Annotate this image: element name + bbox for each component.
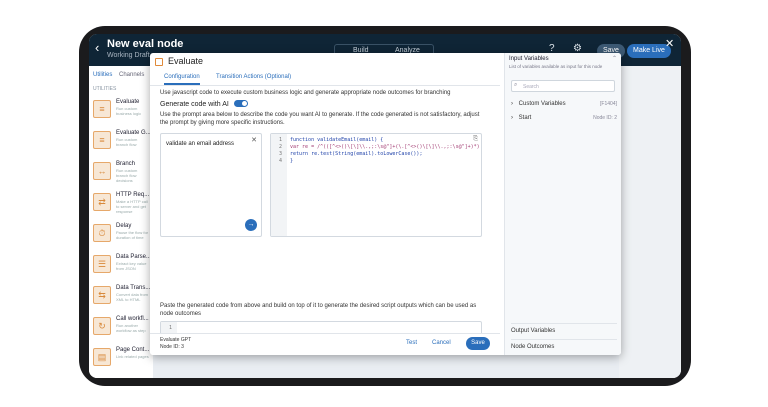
prompt-value: validate an email address <box>166 141 235 147</box>
line-number: 1 <box>169 325 173 331</box>
sidebar-item-desc: Run another workflow as step <box>116 323 146 333</box>
utility-icon: ☰ <box>93 255 111 273</box>
sidebar-item-desc: Make a HTTP call to server and get respo… <box>116 199 148 214</box>
modal-footer: Evaluate GPT Node ID: 3 Test Cancel Save <box>150 333 500 355</box>
modal-tabs: Configuration Transition Actions (Option… <box>150 72 500 86</box>
utility-icon: ↔ <box>93 162 111 180</box>
sidebar-item-desc: Pause the flow for duration of time <box>116 230 149 240</box>
submit-arrow-icon[interactable]: → <box>245 219 257 231</box>
variable-meta: [F1404] <box>600 101 617 107</box>
sidebar-item[interactable]: ↻ Call workfl... Run another workflow as s… <box>93 315 151 343</box>
sidebar-item-desc: Extract key value from JSON <box>116 261 147 271</box>
utility-icon: ⏱ <box>93 224 111 242</box>
sidebar-item-label: Page Cont... <box>116 347 150 353</box>
sidebar-item-desc: Link related pages <box>116 354 149 359</box>
utility-icon: ⇄ <box>93 193 111 211</box>
sidebar-item-label: HTTP Req... <box>116 192 150 198</box>
sidebar-item-desc: Run custom branch flow <box>116 137 138 147</box>
line-number: 4 <box>279 158 283 164</box>
save-button[interactable]: Save <box>466 337 490 350</box>
variable-label: Custom Variables <box>518 101 566 107</box>
modal-title: Evaluate <box>168 56 204 66</box>
variable-label: Start <box>518 115 532 121</box>
output-variables-section[interactable]: Output Variables <box>511 323 617 334</box>
paste-desc: Paste the generated code from above and … <box>160 303 477 317</box>
intro-text: Use javascript code to execute custom bu… <box>160 90 451 96</box>
canvas-side-strip <box>619 66 681 378</box>
utilities-sidebar: Utilities Channels UTILITIES ≡ Evaluate Ru… <box>89 66 153 378</box>
copy-icon[interactable]: ⎘ <box>473 136 478 143</box>
sidebar-item-desc: Run custom business logic <box>116 106 142 116</box>
line-number: 1 <box>279 137 283 143</box>
chevron-right-icon: › <box>511 101 513 107</box>
evaluate-node-icon <box>155 58 163 66</box>
line-number: 2 <box>279 144 283 150</box>
utility-icon: ▤ <box>93 348 111 366</box>
chevron-up-icon[interactable]: ⌃ <box>612 55 617 62</box>
sidebar-item-label: Evaluate G... <box>116 130 151 136</box>
node-name: Evaluate GPT <box>160 337 192 343</box>
tab-configuration[interactable]: Configuration <box>164 74 200 85</box>
tab-utilities[interactable]: Utilities <box>93 72 112 78</box>
code-line: } <box>290 158 294 164</box>
line-number: 3 <box>279 151 283 157</box>
generate-code-desc: Use the prompt area below to describe th… <box>160 112 480 126</box>
sidebar-item[interactable]: ⇆ Data Trans... Convert data from XML to H… <box>93 284 151 312</box>
sidebar-item-label: Data Trans... <box>116 285 151 291</box>
sidebar-item[interactable]: ≡ Evaluate G... Run custom branch flow <box>93 129 151 157</box>
code-line: var re = /^(([^<>()\[\]\\.,;:\s@"]+(\.[^… <box>290 144 480 150</box>
variable-meta: Node ID: 2 <box>593 115 617 121</box>
back-arrow-icon[interactable]: ‹ <box>95 40 99 55</box>
node-outcomes-section[interactable]: Node Outcomes <box>511 339 617 350</box>
variables-search-input[interactable]: Search <box>511 80 615 92</box>
sidebar-item-label: Delay <box>116 223 132 229</box>
code-line: function validateEmail(email) { <box>290 137 384 143</box>
code-line: return re.test(String(email).toLowerCase… <box>290 151 423 157</box>
section-heading: UTILITIES <box>93 86 117 92</box>
tab-transition-actions[interactable]: Transition Actions (Optional) <box>216 74 291 80</box>
utility-icon: ⇆ <box>93 286 111 304</box>
modal-header: Evaluate <box>150 53 500 71</box>
input-variables-panel: Input Variables ⌃ List of variables avai… <box>504 53 621 355</box>
sidebar-item[interactable]: ≡ Evaluate Run custom business logic <box>93 98 151 126</box>
utility-icon: ≡ <box>93 131 111 149</box>
page-title: New eval node <box>107 38 184 50</box>
test-button[interactable]: Test <box>406 340 417 346</box>
sidebar-item-desc: Run custom branch flow decisions <box>116 168 138 183</box>
sidebar-item[interactable]: ⏱ Delay Pause the flow for duration of tim… <box>93 222 151 250</box>
sidebar-item[interactable]: ▤ Page Cont... Link related pages <box>93 346 151 374</box>
tab-channels[interactable]: Channels <box>119 72 144 78</box>
variable-row-start[interactable]: › Start Node ID: 2 <box>511 115 617 121</box>
prompt-textarea[interactable]: validate an email address ✕ → <box>160 133 262 237</box>
cancel-button[interactable]: Cancel <box>432 340 451 346</box>
panel-title: Input Variables <box>509 56 549 62</box>
search-icon: ⌕ <box>514 82 518 88</box>
utility-icon: ↻ <box>93 317 111 335</box>
sidebar-item-label: Evaluate <box>116 99 140 105</box>
close-icon[interactable]: ✕ <box>665 37 674 50</box>
generate-code-label: Generate code with AI <box>160 101 229 108</box>
utility-icon: ≡ <box>93 100 111 118</box>
variable-row-custom[interactable]: › Custom Variables [F1404] <box>511 101 617 107</box>
generated-code-editor[interactable]: 1 2 3 4 function validateEmail(email) { … <box>270 133 482 237</box>
sidebar-item[interactable]: ↔ Branch Run custom branch flow decisions <box>93 160 151 188</box>
clear-prompt-icon[interactable]: ✕ <box>251 136 257 144</box>
sidebar-item-label: Call workfl... <box>116 316 149 322</box>
evaluate-modal: Evaluate Configuration Transition Action… <box>150 53 621 355</box>
sidebar-item-desc: Convert data from XML to HTML <box>116 292 149 302</box>
sidebar-item[interactable]: ⇄ HTTP Req... Make a HTTP call to server a… <box>93 191 151 219</box>
modal-body: Use javascript code to execute custom bu… <box>160 89 490 339</box>
draft-status: Working Draft <box>107 52 150 59</box>
panel-desc: List of variables available as input for… <box>509 64 603 69</box>
node-id: Node ID: 3 <box>160 344 184 350</box>
chevron-right-icon: › <box>511 115 513 121</box>
ai-toggle[interactable] <box>234 100 248 107</box>
sidebar-item-label: Data Parse... <box>116 254 152 260</box>
sidebar-item-label: Branch <box>116 161 136 167</box>
sidebar-item[interactable]: ☰ Data Parse... Extract key value from JSO… <box>93 253 151 281</box>
